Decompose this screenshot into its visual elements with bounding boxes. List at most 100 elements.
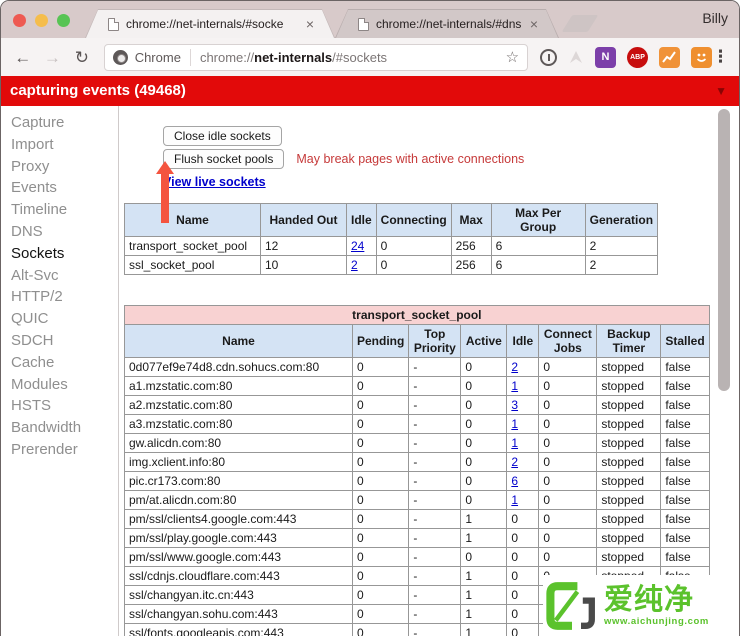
chevron-down-icon[interactable]: ▼ xyxy=(715,76,727,106)
address-bar[interactable]: Chrome chrome://net-internals/#sockets ☆ xyxy=(103,43,529,71)
analytics-extension-icon[interactable] xyxy=(659,46,681,68)
profile-name[interactable]: Billy xyxy=(702,10,728,26)
back-icon[interactable]: ← xyxy=(11,49,35,66)
sidebar-item-quic[interactable]: QUIC xyxy=(1,308,118,330)
table-cell: 2 xyxy=(584,236,659,256)
table-cell: pm/ssl/play.google.com:443 xyxy=(124,528,353,548)
table-cell: false xyxy=(660,452,710,472)
idle-count-link[interactable]: 1 xyxy=(511,379,518,393)
table-cell: false xyxy=(660,471,710,491)
sidebar-item-sdch[interactable]: SDCH xyxy=(1,330,118,352)
smiley-extension-icon[interactable] xyxy=(691,46,713,68)
sidebar-item-sockets[interactable]: Sockets xyxy=(1,243,118,265)
adblock-plus-extension-icon[interactable]: ABP xyxy=(627,46,649,68)
table-cell: 6 xyxy=(490,255,586,275)
column-header: Connecting xyxy=(375,203,452,237)
idle-count-link[interactable]: 1 xyxy=(511,436,518,450)
browser-tab[interactable]: chrome://net-internals/#socke × xyxy=(85,9,335,38)
table-cell: stopped xyxy=(596,452,662,472)
sidebar-item-dns[interactable]: DNS xyxy=(1,221,118,243)
table-cell: 0 xyxy=(351,490,410,510)
tab-title: chrome://net-internals/#dns xyxy=(376,17,522,31)
info-circle-icon[interactable] xyxy=(540,48,558,66)
table-cell: - xyxy=(408,452,462,472)
table-cell: stopped xyxy=(596,471,662,491)
capturing-events-banner[interactable]: capturing events (49468) ▼ xyxy=(1,76,739,106)
sidebar-item-alt-svc[interactable]: Alt-Svc xyxy=(1,265,118,287)
table-cell: a3.mzstatic.com:80 xyxy=(124,414,353,434)
table-cell: 0 xyxy=(538,509,598,529)
vertical-scrollbar[interactable] xyxy=(718,109,730,391)
sidebar-item-proxy[interactable]: Proxy xyxy=(1,156,118,178)
table-cell: 0 xyxy=(460,547,508,567)
table-cell: 0 xyxy=(375,255,452,275)
watermark-brand: 爱纯净 xyxy=(604,584,695,617)
table-cell: 0 xyxy=(460,414,508,434)
table-cell: 1 xyxy=(506,490,540,510)
sidebar-item-import[interactable]: Import xyxy=(1,134,118,156)
sidebar-item-events[interactable]: Events xyxy=(1,177,118,199)
table-cell: 24 xyxy=(346,236,377,256)
table-cell: stopped xyxy=(596,414,662,434)
table-cell: 0 xyxy=(351,604,410,624)
idle-count-link[interactable]: 1 xyxy=(511,493,518,507)
table-cell: 0 xyxy=(460,376,508,396)
table-cell: 0 xyxy=(538,471,598,491)
table-row: img.xclient.info:80 0-0 2 0 stopped false xyxy=(124,452,710,472)
idle-count-link[interactable]: 1 xyxy=(511,417,518,431)
sidebar-list: Capture Import Proxy Events Timeline DNS Socke… xyxy=(1,112,118,461)
table-cell: 0 xyxy=(351,623,410,636)
idle-count-link[interactable]: 3 xyxy=(511,398,518,412)
table-cell: stopped xyxy=(596,528,662,548)
table-row: pm/ssl/www.google.com:443 0-0 0 0 stopped fal… xyxy=(124,547,710,567)
table-cell: 0 xyxy=(506,566,540,586)
browser-tab[interactable]: chrome://net-internals/#dns × xyxy=(335,9,559,38)
flush-socket-pools-button[interactable]: Flush socket pools xyxy=(163,149,285,169)
close-tab-icon[interactable]: × xyxy=(306,17,314,31)
new-tab-button[interactable] xyxy=(561,15,599,32)
table-cell: 0 xyxy=(351,547,410,567)
sidebar-item-bandwidth[interactable]: Bandwidth xyxy=(1,417,118,439)
table-cell: 2 xyxy=(346,255,377,275)
browser-menu-icon[interactable]: ⋮ xyxy=(712,47,729,67)
table-cell: - xyxy=(408,604,462,624)
reload-icon[interactable]: ↻ xyxy=(70,49,94,66)
table-cell: - xyxy=(408,585,462,605)
table-cell: 0 xyxy=(538,528,598,548)
sidebar-item-cache[interactable]: Cache xyxy=(1,352,118,374)
table-row: 0d077ef9e74d8.cdn.sohucs.com:80 0-0 2 0 stop… xyxy=(124,357,710,377)
idle-count-link[interactable]: 24 xyxy=(351,239,364,253)
table-cell: 0 xyxy=(506,509,540,529)
sidebar-item-http-2[interactable]: HTTP/2 xyxy=(1,286,118,308)
column-header: Name xyxy=(124,324,353,358)
table-cell: 2 xyxy=(506,452,540,472)
sidebar-item-timeline[interactable]: Timeline xyxy=(1,199,118,221)
idle-count-link[interactable]: 2 xyxy=(511,455,518,469)
table-cell: 0 xyxy=(351,585,410,605)
view-live-sockets-link[interactable]: View live sockets xyxy=(163,175,266,189)
column-header: Connect Jobs xyxy=(538,324,598,358)
idle-count-link[interactable]: 2 xyxy=(511,360,518,374)
table-cell: 0 xyxy=(351,414,410,434)
zoom-window-button[interactable] xyxy=(57,14,70,27)
watermark-text: 爱纯净 www.aichunjing.com xyxy=(604,584,709,627)
minimize-window-button[interactable] xyxy=(35,14,48,27)
table-cell: pm/at.alicdn.com:80 xyxy=(124,490,353,510)
idle-count-link[interactable]: 6 xyxy=(511,474,518,488)
socket-pools-table: Name Handed Out Idle Connecting Max Max Per G… xyxy=(124,203,659,275)
sidebar-item-prerender[interactable]: Prerender xyxy=(1,439,118,461)
idle-count-link[interactable]: 2 xyxy=(351,258,358,272)
close-tab-icon[interactable]: × xyxy=(530,17,538,31)
sidebar-item-modules[interactable]: Modules xyxy=(1,374,118,396)
table-cell: - xyxy=(408,547,462,567)
close-idle-sockets-button[interactable]: Close idle sockets xyxy=(163,126,282,146)
table-cell: pic.cr173.com:80 xyxy=(124,471,353,491)
sidebar-item-hsts[interactable]: HSTS xyxy=(1,395,118,417)
table-cell: stopped xyxy=(596,433,662,453)
column-header: Name xyxy=(124,203,261,237)
close-window-button[interactable] xyxy=(13,14,26,27)
sidebar-item-capture[interactable]: Capture xyxy=(1,112,118,134)
table-cell: 1 xyxy=(460,528,508,548)
onenote-extension-icon[interactable]: N xyxy=(595,46,617,68)
bookmark-star-icon[interactable]: ☆ xyxy=(506,48,519,66)
